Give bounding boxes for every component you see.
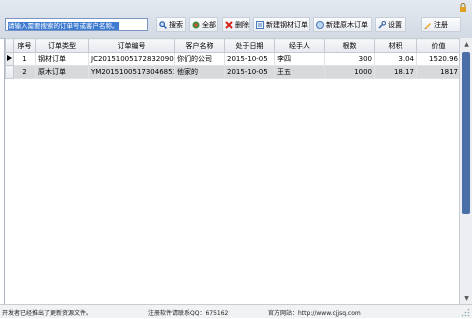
settings-button-label: 设置 bbox=[388, 20, 402, 29]
header-no[interactable]: 序号 bbox=[13, 38, 36, 53]
row-indicator-header bbox=[5, 38, 14, 53]
header-value[interactable]: 价值 bbox=[416, 38, 461, 53]
cell-no: 2 bbox=[13, 65, 36, 79]
cell-order-type: 原木订单 bbox=[35, 65, 89, 79]
header-date[interactable]: 处于日期 bbox=[224, 38, 275, 53]
scroll-down-arrow-icon[interactable]: ▼ bbox=[460, 292, 472, 304]
register-button[interactable]: 注册 bbox=[421, 17, 461, 32]
status-website[interactable]: 官方网站：http://www.cjjsq.com bbox=[268, 308, 361, 317]
pencil-icon bbox=[424, 21, 432, 29]
new-log-order-label: 新建原木订单 bbox=[326, 20, 368, 29]
cell-order-number: YM20151005173046853 bbox=[88, 65, 175, 79]
search-button-label: 搜索 bbox=[169, 20, 183, 29]
delete-button-label: 删除 bbox=[235, 20, 249, 29]
row-indicator bbox=[5, 65, 14, 79]
row-selected-arrow-icon bbox=[5, 52, 14, 66]
header-count[interactable]: 根数 bbox=[324, 38, 375, 53]
search-input-text: 请输入需要搜索的订单号或客户名称。 bbox=[8, 22, 119, 30]
search-button[interactable]: 搜索 bbox=[156, 17, 186, 32]
globe-icon bbox=[192, 21, 200, 29]
header-row: 序号 订单类型 订单编号 客户名称 处于日期 经手人 根数 材积 价值 bbox=[5, 38, 461, 53]
cell-handler: 王五 bbox=[274, 65, 325, 79]
settings-button[interactable]: 设置 bbox=[375, 17, 406, 32]
cell-date: 2015-10-05 bbox=[224, 65, 275, 79]
new-steel-order-label: 新建钢材订单 bbox=[266, 20, 308, 29]
new-log-order-button[interactable]: 新建原木订单 bbox=[313, 17, 372, 32]
table-row[interactable]: 1 钢材订单 JC20151005172832090 你们的公司 2015-10… bbox=[5, 52, 461, 66]
register-button-label: 注册 bbox=[434, 20, 448, 29]
cell-volume: 3.04 bbox=[374, 52, 417, 66]
header-order-number[interactable]: 订单编号 bbox=[88, 38, 175, 53]
all-button-label: 全部 bbox=[202, 20, 216, 29]
wrench-icon bbox=[378, 20, 386, 29]
new-steel-order-button[interactable]: 新建钢材订单 bbox=[253, 17, 310, 32]
lock-icon[interactable] bbox=[459, 3, 467, 12]
status-bar: 开发者已经推出了更新资源文件。 注册软件请联系QQ：675162 官方网站：ht… bbox=[0, 304, 472, 318]
vertical-scrollbar[interactable]: ▲ ▼ bbox=[459, 38, 472, 304]
cell-date: 2015-10-05 bbox=[224, 52, 275, 66]
status-message: 开发者已经推出了更新资源文件。 bbox=[2, 310, 93, 317]
header-order-type[interactable]: 订单类型 bbox=[35, 38, 89, 53]
cell-count: 300 bbox=[324, 52, 375, 66]
order-grid: 序号 订单类型 订单编号 客户名称 处于日期 经手人 根数 材积 价值 1 钢材… bbox=[4, 38, 461, 304]
cell-order-number: JC20151005172832090 bbox=[88, 52, 175, 66]
scrollbar-thumb[interactable] bbox=[462, 52, 470, 214]
header-handler[interactable]: 经手人 bbox=[274, 38, 325, 53]
scroll-up-arrow-icon[interactable]: ▲ bbox=[460, 38, 472, 50]
cell-customer: 你们的公司 bbox=[174, 52, 225, 66]
cell-customer: 他家的 bbox=[174, 65, 225, 79]
cell-order-type: 钢材订单 bbox=[35, 52, 89, 66]
header-volume[interactable]: 材积 bbox=[374, 38, 417, 53]
cell-value: 1520.96 bbox=[416, 52, 461, 66]
cell-handler: 李四 bbox=[274, 52, 325, 66]
cell-value: 1817 bbox=[416, 65, 461, 79]
magnifier-icon bbox=[159, 20, 167, 29]
header-customer[interactable]: 客户名称 bbox=[174, 38, 225, 53]
status-register-contact: 注册软件请联系QQ：675162 bbox=[148, 310, 229, 317]
delete-x-icon bbox=[225, 20, 233, 29]
cell-no: 1 bbox=[13, 52, 36, 66]
delete-button[interactable]: 删除 bbox=[222, 17, 250, 32]
cell-count: 1000 bbox=[324, 65, 375, 79]
cell-volume: 18.17 bbox=[374, 65, 417, 79]
new-document-icon bbox=[256, 20, 264, 29]
resize-grip-icon[interactable] bbox=[461, 308, 470, 317]
log-order-icon bbox=[316, 20, 324, 29]
table-row[interactable]: 2 原木订单 YM20151005173046853 他家的 2015-10-0… bbox=[5, 65, 461, 79]
toolbar: 请输入需要搜索的订单号或客户名称。 搜索 全部 删除 新建钢材订单 新建原木订单 bbox=[0, 0, 472, 39]
search-input[interactable]: 请输入需要搜索的订单号或客户名称。 bbox=[5, 18, 148, 31]
all-button[interactable]: 全部 bbox=[189, 17, 218, 32]
